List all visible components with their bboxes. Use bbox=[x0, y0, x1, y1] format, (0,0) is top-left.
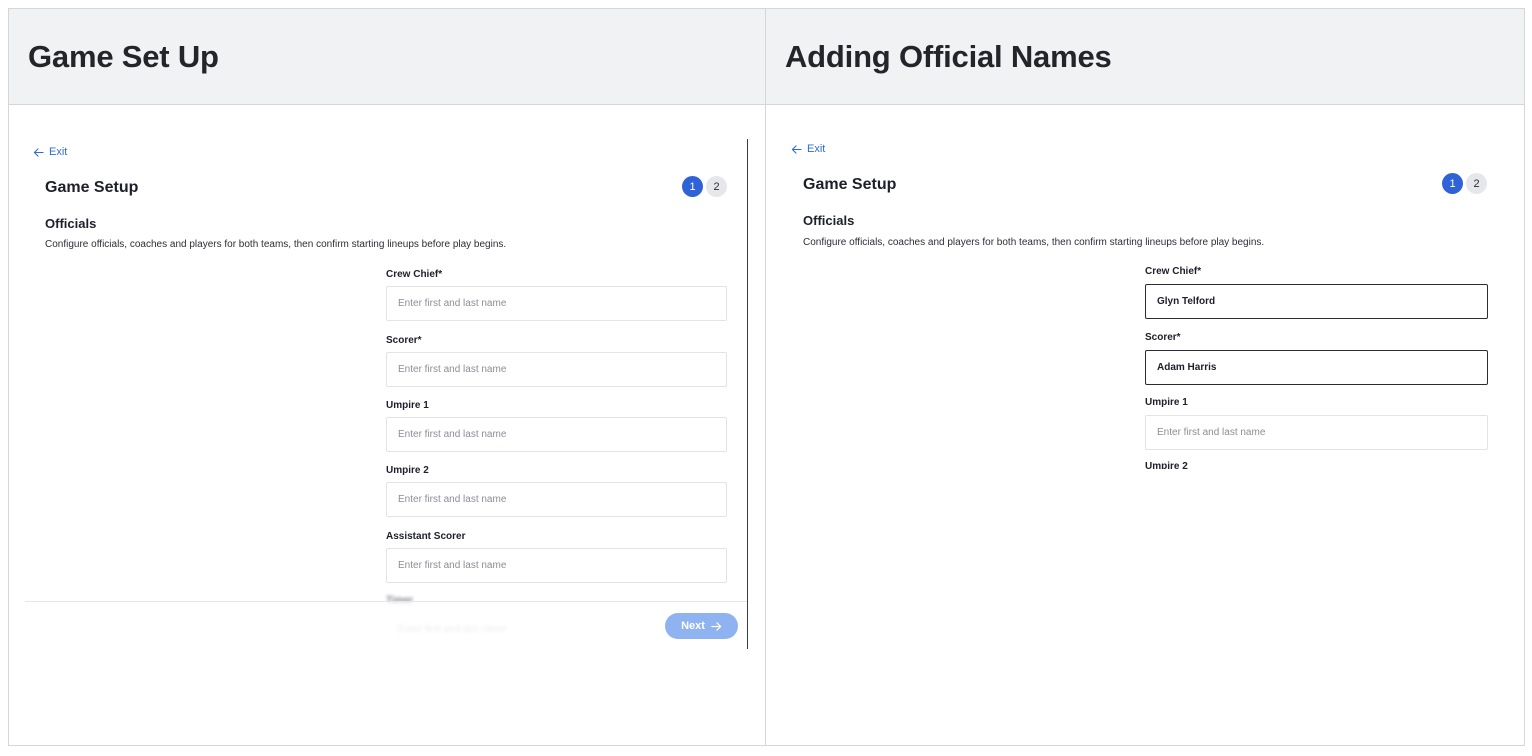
arrow-left-icon bbox=[33, 147, 44, 157]
section-description: Configure officials, coaches and players… bbox=[45, 239, 507, 250]
umpire-1-label: Umpire 1 bbox=[386, 400, 429, 411]
scorer-label: Scorer* bbox=[1145, 332, 1181, 343]
exit-link[interactable]: Exit bbox=[33, 146, 67, 158]
umpire-2-label: Umpire 2 bbox=[386, 465, 429, 476]
step-indicator: 1 2 bbox=[682, 176, 727, 197]
header-title-right: Adding Official Names bbox=[785, 39, 1112, 74]
crew-chief-label: Crew Chief* bbox=[386, 269, 443, 280]
frame-edge bbox=[747, 139, 748, 649]
step-1[interactable]: 1 bbox=[682, 176, 703, 197]
umpire-1-input[interactable] bbox=[386, 417, 727, 452]
header-cell-left: Game Set Up bbox=[9, 9, 766, 105]
section-title-officials: Officials bbox=[45, 216, 97, 231]
umpire-2-label: Umpire 2 bbox=[1145, 461, 1188, 469]
next-label: Next bbox=[681, 620, 705, 632]
scorer-input[interactable] bbox=[1145, 350, 1488, 385]
arrow-right-icon bbox=[711, 621, 722, 631]
section-title-officials: Officials bbox=[803, 213, 855, 228]
arrow-left-icon bbox=[791, 144, 802, 154]
form-title: Game Setup bbox=[45, 179, 139, 196]
crew-chief-input[interactable] bbox=[1145, 284, 1488, 319]
header-cell-right: Adding Official Names bbox=[766, 9, 1524, 105]
assistant-scorer-input[interactable] bbox=[386, 548, 727, 583]
scorer-label: Scorer* bbox=[386, 335, 422, 346]
exit-link[interactable]: Exit bbox=[791, 143, 825, 155]
exit-label: Exit bbox=[807, 143, 826, 155]
header-title-left: Game Set Up bbox=[28, 39, 219, 74]
umpire-1-label: Umpire 1 bbox=[1145, 397, 1188, 408]
umpire-1-input[interactable] bbox=[1145, 415, 1488, 450]
form-title: Game Setup bbox=[803, 176, 897, 193]
next-button[interactable]: Next bbox=[665, 613, 738, 639]
footer-fade bbox=[25, 602, 747, 652]
crew-chief-input[interactable] bbox=[386, 286, 727, 321]
step-indicator: 1 2 bbox=[1442, 173, 1487, 194]
comparison-grid: Game Set Up Adding Official Names Exit G… bbox=[8, 8, 1525, 746]
panel-left: Exit Game Setup 1 2 Officials Configure … bbox=[9, 105, 766, 745]
step-2[interactable]: 2 bbox=[1466, 173, 1487, 194]
step-2[interactable]: 2 bbox=[706, 176, 727, 197]
umpire-2-input[interactable] bbox=[386, 482, 727, 517]
panel-right: Exit Game Setup 1 2 Officials Configure … bbox=[766, 105, 1524, 745]
assistant-scorer-label: Assistant Scorer bbox=[386, 531, 466, 542]
step-1[interactable]: 1 bbox=[1442, 173, 1463, 194]
umpire-2-label-clip: Umpire 2 bbox=[1145, 461, 1265, 469]
footer-divider bbox=[25, 601, 747, 602]
scorer-input[interactable] bbox=[386, 352, 727, 387]
section-description: Configure officials, coaches and players… bbox=[803, 237, 1265, 248]
crew-chief-label: Crew Chief* bbox=[1145, 266, 1202, 277]
exit-label: Exit bbox=[49, 146, 68, 158]
